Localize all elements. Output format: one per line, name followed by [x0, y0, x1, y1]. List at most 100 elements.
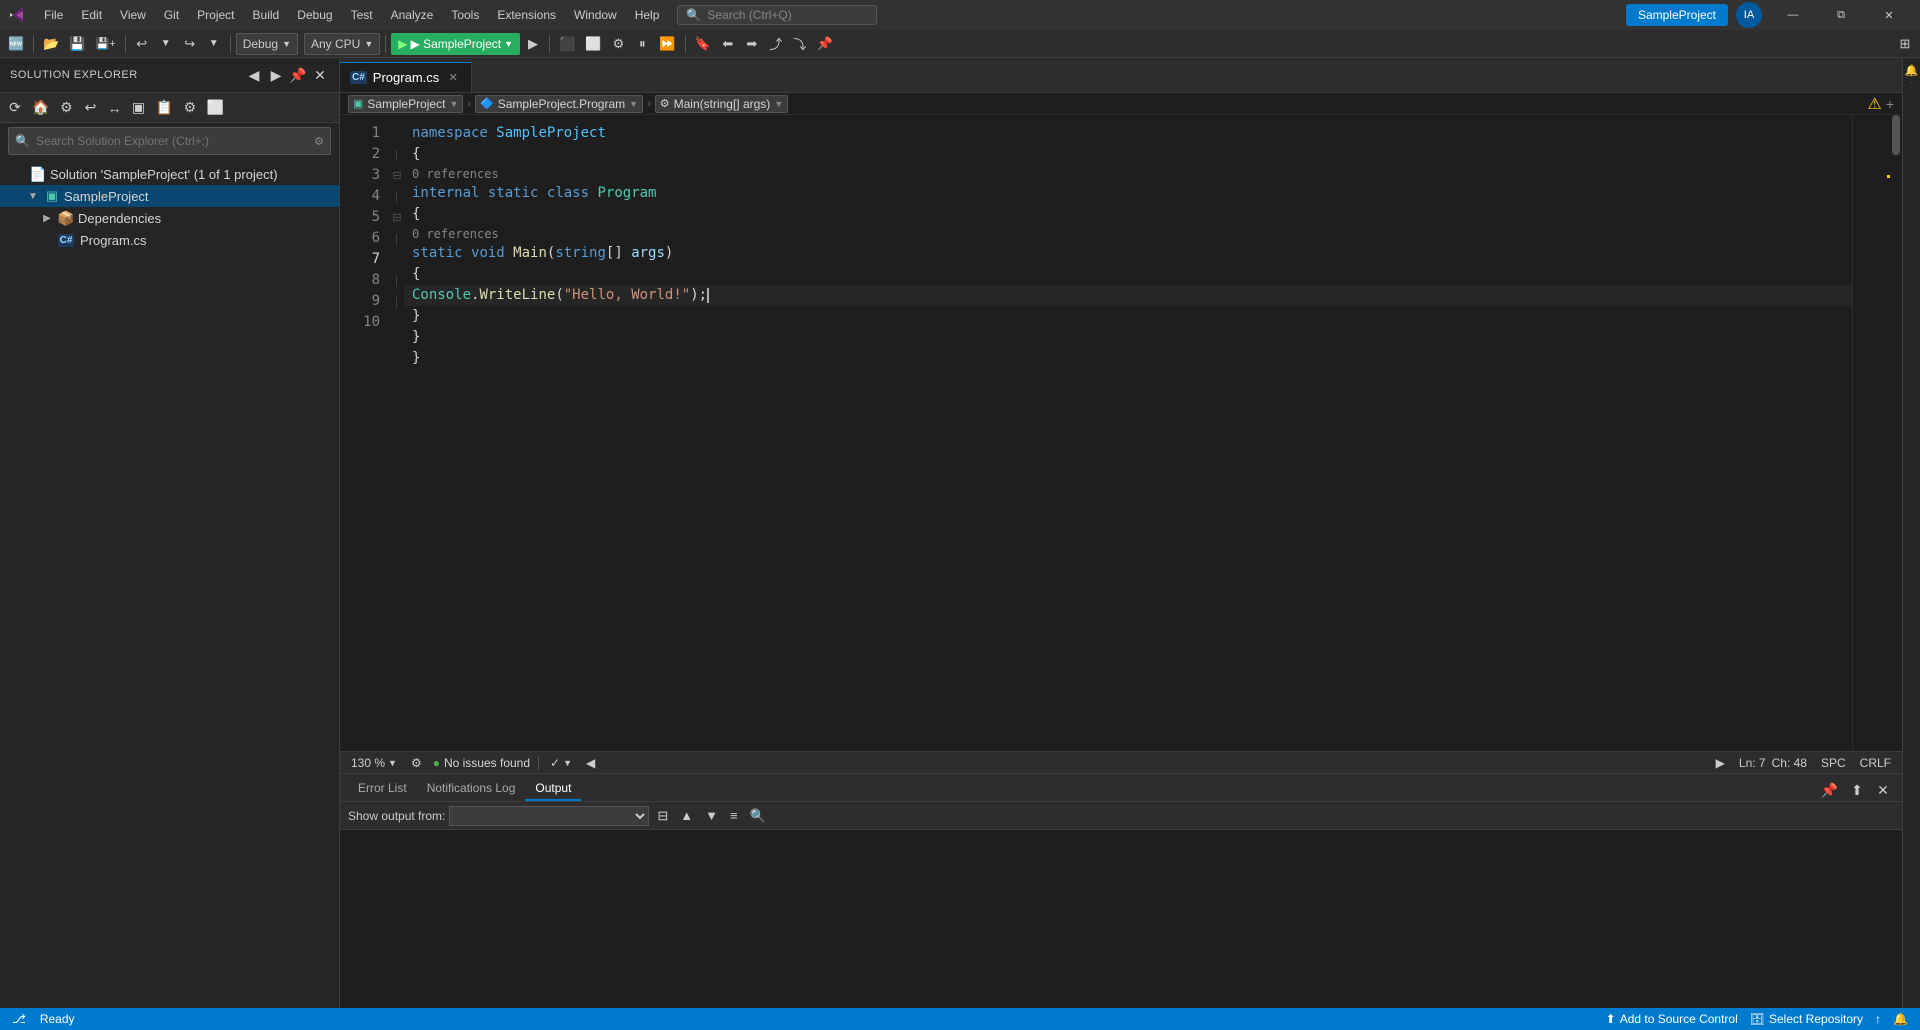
issues-indicator[interactable]: ● No issues found [433, 756, 530, 770]
menu-test[interactable]: Test [343, 4, 381, 26]
scrollbar-thumb[interactable] [1892, 115, 1900, 155]
menu-build[interactable]: Build [245, 4, 288, 26]
tree-project[interactable]: ▼ ▣ SampleProject [0, 185, 339, 207]
sidebar-toolbar-btn-8[interactable]: ⚙ [179, 97, 201, 119]
toolbar-btn-7[interactable]: ⬅ [717, 33, 739, 55]
sidebar-forward-btn[interactable]: ▶ [267, 66, 285, 84]
menu-debug[interactable]: Debug [289, 4, 340, 26]
undo-btn[interactable]: ↩ [131, 33, 153, 55]
toolbar-btn-1[interactable]: ⬛ [555, 33, 579, 55]
live-share-icon-btn[interactable]: ↑ [1871, 1012, 1885, 1026]
line-ending-info[interactable]: CRLF [1857, 756, 1894, 770]
run-button[interactable]: ▶ ▶ SampleProject ▼ [391, 33, 520, 55]
sidebar-search-options-icon[interactable]: ⚙ [314, 135, 324, 148]
nav-right-btn[interactable]: ▶ [1713, 756, 1728, 770]
layout-btn[interactable]: ⊞ [1894, 33, 1916, 55]
output-expand-btn[interactable]: ⬆ [1846, 779, 1868, 801]
menu-edit[interactable]: Edit [73, 4, 110, 26]
tab-programcs[interactable]: C# Program.cs ✕ [340, 62, 472, 92]
output-source-select[interactable] [449, 806, 649, 826]
menu-extensions[interactable]: Extensions [489, 4, 564, 26]
sidebar-search-box[interactable]: 🔍 ⚙ [8, 127, 331, 155]
notifications-panel-btn[interactable]: 🔔 [1904, 62, 1920, 78]
tree-dependencies[interactable]: ▶ 📦 Dependencies [0, 207, 339, 229]
sidebar-toolbar-btn-3[interactable]: ⚙ [55, 97, 77, 119]
output-filter-btn2[interactable]: ▼ [701, 806, 722, 826]
toolbar-btn-11[interactable]: 📌 [813, 33, 837, 55]
output-find-btn[interactable]: 🔍 [746, 806, 770, 826]
tree-solution[interactable]: 📄 Solution 'SampleProject' (1 of 1 proje… [0, 163, 339, 185]
output-filter-btn[interactable]: ▲ [676, 806, 697, 826]
tab-notifications-log[interactable]: Notifications Log [417, 777, 526, 801]
tab-output[interactable]: Output [525, 777, 581, 801]
select-repository-btn[interactable]: 🗄 Select Repository [1746, 1012, 1867, 1026]
code-content[interactable]: namespace SampleProject { 0 references [404, 115, 1852, 751]
notifications-btn[interactable]: 🔔 [1889, 1012, 1912, 1026]
output-pin-btn[interactable]: 📌 [1817, 779, 1842, 801]
sidebar-toolbar-btn-1[interactable]: ⟳ [4, 97, 26, 119]
sidebar-pin-btn[interactable]: 📌 [289, 66, 307, 84]
menu-analyze[interactable]: Analyze [383, 4, 442, 26]
tree-programcs[interactable]: C# Program.cs [0, 229, 339, 251]
toolbar-btn-9[interactable]: ⤴ [765, 33, 787, 55]
output-close-btn[interactable]: ✕ [1872, 779, 1894, 801]
sidebar-toolbar-btn-4[interactable]: ↩ [79, 97, 101, 119]
save-all-btn[interactable]: 💾+ [92, 33, 120, 55]
toolbar-btn-4[interactable]: ⏸ [631, 33, 653, 55]
toolbar-btn-2[interactable]: ⬜ [581, 33, 605, 55]
sidebar-search-input[interactable] [36, 134, 308, 148]
sidebar-toolbar-btn-7[interactable]: 📋 [151, 97, 176, 119]
code-editor[interactable]: 1 2 3 4 5 6 7 8 9 10 │ [340, 115, 1902, 751]
task-list-icon[interactable]: ✓ ▼ [547, 756, 575, 770]
sidebar-toolbar-btn-2[interactable]: 🏠 [28, 97, 53, 119]
debug-btn[interactable]: ▶ [522, 33, 544, 55]
fold-5[interactable]: ⊟ [390, 207, 404, 228]
config-dropdown[interactable]: Debug ▼ [236, 33, 298, 55]
add-column-btn[interactable]: + [1886, 96, 1894, 112]
toolbar-btn-6[interactable]: 🔖 [691, 33, 715, 55]
restore-button[interactable]: ⧉ [1818, 0, 1864, 30]
git-branch-icon[interactable]: ⎇ [8, 1012, 30, 1026]
redo-dropdown[interactable]: ▼ [203, 33, 225, 55]
menu-window[interactable]: Window [566, 4, 625, 26]
toolbar-btn-8[interactable]: ➡ [741, 33, 763, 55]
spelling-icon[interactable]: ⚙ [408, 756, 425, 770]
sidebar-toolbar-btn-5[interactable]: ↔ [103, 97, 125, 119]
output-wrap-btn[interactable]: ≡ [726, 806, 742, 826]
output-clear-btn[interactable]: ⊟ [653, 806, 672, 826]
minimize-button[interactable]: — [1770, 0, 1816, 30]
fold-3[interactable]: ⊟ [390, 165, 404, 186]
open-btn[interactable]: 📂 [39, 33, 63, 55]
menu-view[interactable]: View [112, 4, 154, 26]
toolbar-btn-5[interactable]: ⏩ [655, 33, 679, 55]
redo-btn[interactable]: ↪ [179, 33, 201, 55]
menu-git[interactable]: Git [156, 4, 187, 26]
sidebar-close-btn[interactable]: ✕ [311, 66, 329, 84]
menu-file[interactable]: File [36, 4, 71, 26]
sidebar-back-btn[interactable]: ◀ [245, 66, 263, 84]
toolbar-btn-3[interactable]: ⚙ [607, 33, 629, 55]
breadcrumb-method-dropdown[interactable]: ⚙ Main(string[] args) ▼ [655, 95, 789, 113]
platform-dropdown[interactable]: Any CPU ▼ [304, 33, 380, 55]
menu-project[interactable]: Project [189, 4, 242, 26]
breadcrumb-namespace-dropdown[interactable]: 🔷 SampleProject.Program ▼ [475, 95, 643, 113]
title-search-box[interactable]: 🔍 Search (Ctrl+Q) [677, 5, 877, 25]
encoding-info[interactable]: SPC [1818, 756, 1849, 770]
zoom-level[interactable]: 130 % ▼ [348, 756, 400, 770]
tab-close-btn[interactable]: ✕ [445, 70, 461, 86]
tab-error-list[interactable]: Error List [348, 777, 417, 801]
user-avatar[interactable]: IA [1736, 2, 1762, 28]
nav-left-btn[interactable]: ◀ [583, 756, 598, 770]
close-button[interactable]: ✕ [1866, 0, 1912, 30]
breadcrumb-project-dropdown[interactable]: ▣ SampleProject ▼ [348, 95, 463, 113]
menu-help[interactable]: Help [627, 4, 668, 26]
sidebar-toolbar-btn-6[interactable]: ▣ [127, 97, 149, 119]
sidebar-toolbar-btn-9[interactable]: ⬜ [203, 97, 228, 119]
save-btn[interactable]: 💾 [65, 33, 89, 55]
vertical-scrollbar[interactable] [1892, 115, 1900, 751]
new-file-btn[interactable]: 🆕 [4, 33, 28, 55]
toolbar-btn-10[interactable]: ⤵ [789, 33, 811, 55]
menu-tools[interactable]: Tools [443, 4, 487, 26]
add-to-source-control-btn[interactable]: ⬆ Add to Source Control [1602, 1012, 1742, 1026]
undo-dropdown[interactable]: ▼ [155, 33, 177, 55]
